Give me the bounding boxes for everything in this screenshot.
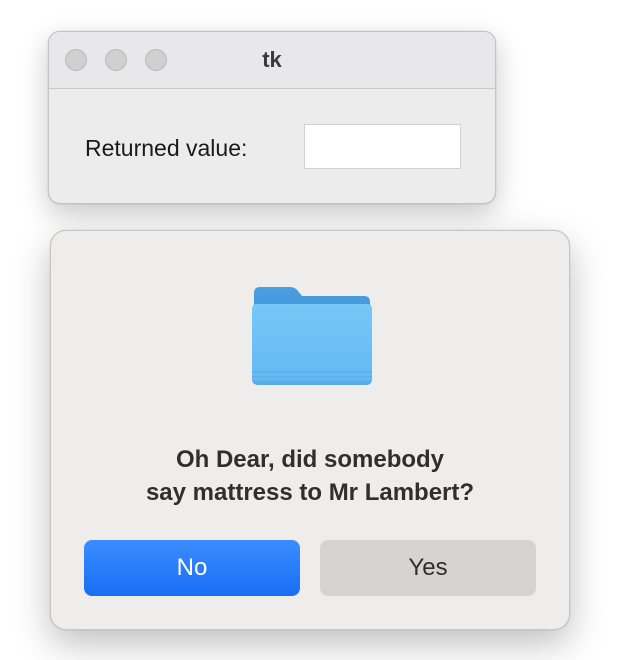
- returned-value-label: Returned value:: [85, 135, 248, 161]
- yes-button[interactable]: Yes: [320, 540, 536, 596]
- tk-main-window: tk Returned value:: [48, 31, 496, 204]
- title-bar[interactable]: tk: [49, 32, 495, 89]
- dialog-message-line-2: say mattress to Mr Lambert?: [145, 479, 475, 506]
- window-title: tk: [262, 47, 282, 72]
- dialog-message-line-1: Oh Dear, did somebody: [175, 446, 445, 473]
- returned-value-entry[interactable]: [304, 124, 461, 169]
- folder-icon: [252, 287, 372, 385]
- message-dialog: Oh Dear, did somebody say mattress to Mr…: [50, 230, 570, 630]
- no-button[interactable]: No: [84, 540, 300, 596]
- dialog-message: Oh Dear, did somebody say mattress to Mr…: [51, 443, 569, 509]
- desktop: tk Returned value: Oh Dear, did somebody…: [0, 0, 618, 660]
- returned-value-row: Returned value:: [49, 89, 495, 203]
